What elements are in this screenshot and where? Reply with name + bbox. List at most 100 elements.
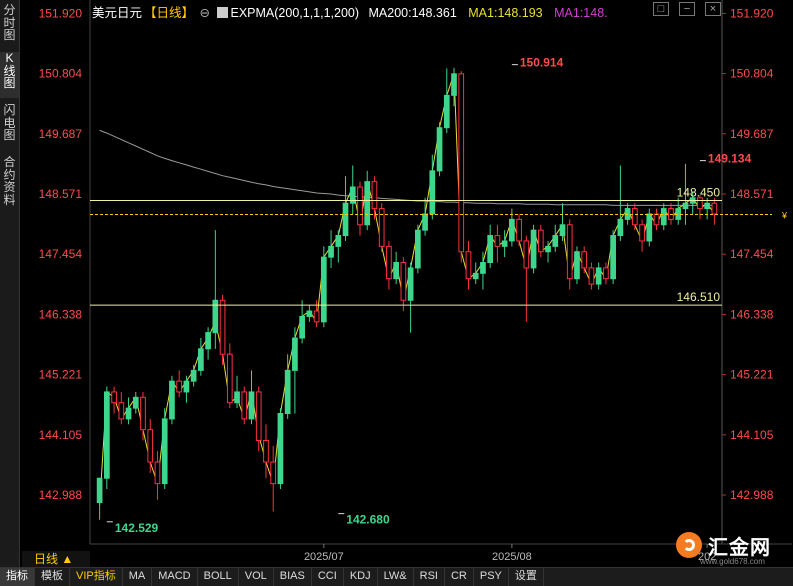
candle-body (509, 218, 515, 242)
candle-body (270, 461, 277, 485)
candle-body (682, 202, 689, 210)
candle-body (407, 267, 414, 301)
candle-body (646, 213, 653, 242)
tab-设置[interactable]: 设置 (509, 568, 544, 586)
candle-body (574, 251, 580, 280)
candle-body (624, 208, 631, 220)
tab-bias[interactable]: BIAS (274, 568, 312, 586)
hline-label: 148.450 (677, 186, 721, 200)
tab-vol[interactable]: VOL (239, 568, 274, 586)
candle-body (386, 245, 392, 280)
candle-body (132, 396, 139, 409)
candle-body (234, 391, 240, 404)
tab-kline[interactable]: K线图 (0, 52, 19, 98)
candle-body (537, 229, 544, 253)
candle-body (668, 208, 674, 220)
hline-label: 146.510 (677, 290, 721, 304)
chart-grid: 2025/07 2025/08 202 (89, 0, 792, 563)
tab-kdj[interactable]: KDJ (344, 568, 378, 586)
tab-lw[interactable]: LW& (378, 568, 414, 586)
minimize-icon[interactable]: − (679, 2, 695, 16)
candle-body (335, 235, 342, 247)
y-tick-label-left: 151.920 (39, 6, 83, 20)
y-tick-label-right: 149.687 (730, 127, 774, 141)
candle-body (292, 337, 298, 371)
annotation-label: 142.529 (115, 521, 159, 535)
y-tick-label-right: 151.920 (730, 6, 774, 20)
candle-body (284, 369, 291, 415)
tab-rsi[interactable]: RSI (414, 568, 445, 586)
lock-icon: ⊖ (199, 6, 210, 20)
tab-timeshare[interactable]: 分时图 (0, 4, 19, 44)
candle-body (414, 229, 421, 269)
candle-body (545, 245, 551, 253)
y-tick-label-right: 147.454 (730, 247, 774, 261)
candle-body (501, 240, 508, 247)
tab-模板[interactable]: 模板 (35, 568, 70, 586)
tab-macd[interactable]: MACD (152, 568, 198, 586)
ma1-clipped-value: MA1:148. (554, 6, 608, 20)
tab-ma[interactable]: MA (123, 568, 153, 586)
window-controls: □ − × (643, 2, 721, 16)
candle-body (465, 251, 472, 280)
y-tick-label-right: 144.105 (730, 428, 774, 442)
expma-settings-icon[interactable] (217, 7, 229, 18)
ma200-line (99, 129, 715, 206)
ma200-value: MA200:148.361 (368, 6, 457, 20)
indicator-info-bar: 美元日元 【日线】 ⊖ EXPMA(200,1,1,1,200) MA200:14… (92, 2, 610, 21)
candle-body (371, 181, 378, 210)
tab-vip指标[interactable]: VIP指标 (70, 568, 123, 586)
symbol-name: 美元日元 (92, 6, 143, 20)
brand-name: 汇金网 (708, 536, 771, 559)
candle-body (603, 267, 609, 280)
ma1-value: MA1:148.193 (468, 6, 543, 20)
tab-boll[interactable]: BOLL (198, 568, 239, 586)
current-price-marker: ¥ (781, 211, 788, 221)
candle-body (429, 170, 436, 215)
candle-body (516, 218, 522, 242)
annotation-label: 150.914 (520, 56, 564, 70)
y-tick-label-left: 148.571 (39, 187, 83, 201)
candle-body (480, 262, 486, 274)
close-icon[interactable]: × (705, 2, 721, 16)
y-tick-label-right: 142.988 (730, 488, 774, 502)
candle-body (226, 353, 233, 404)
tab-cr[interactable]: CR (445, 568, 474, 586)
candle-body (581, 251, 588, 269)
candle-body (277, 413, 284, 485)
candle-body (595, 267, 602, 285)
candle-body (342, 202, 349, 237)
period-selector[interactable]: 日线 ▲ (22, 551, 90, 567)
candle-body (631, 208, 638, 226)
kline-chart[interactable]: 2025/07 2025/08 202 148.450 146.510 ¥ 150.91… (20, 0, 793, 567)
y-tick-label-right: 150.804 (730, 67, 774, 81)
y-tick-label-left: 146.338 (39, 307, 83, 321)
candle-body (205, 332, 211, 350)
candle-body (588, 267, 595, 285)
fullscreen-icon[interactable]: □ (653, 2, 669, 16)
indicator-tabs: 指标 模板 VIP指标 MA MACD BOLL VOL BIAS CCI KDJ LW& RSI CR… (0, 567, 793, 586)
candle-body (118, 402, 125, 420)
tab-cci[interactable]: CCI (312, 568, 344, 586)
candle-body (255, 391, 262, 441)
annotation-label: 149.134 (708, 152, 752, 166)
candle-body (660, 208, 667, 226)
brand-url: www.gold678.com (700, 557, 765, 566)
annotation-label: 142.680 (346, 513, 390, 527)
y-axis: 151.920 151.920 150.804 150.804 149.687 149.6… (39, 6, 774, 502)
candle-body (161, 418, 168, 485)
candle-body (103, 391, 110, 479)
tab-指标[interactable]: 指标 (0, 568, 35, 586)
candle-body (472, 272, 479, 280)
candle-body (523, 240, 530, 269)
tab-flash-chart[interactable]: 闪电图 (0, 104, 19, 148)
candle-body (639, 224, 645, 242)
candle-body (183, 380, 190, 393)
tab-contract-info[interactable]: 合约资料 (0, 156, 19, 212)
gold678-logo-icon (676, 532, 702, 558)
candle-body (176, 380, 183, 393)
y-tick-label-left: 150.804 (39, 67, 83, 81)
price-annotations: 150.914 142.529 142.680 149.134 (106, 56, 752, 535)
tab-psy[interactable]: PSY (474, 568, 509, 586)
candle-body (111, 391, 117, 404)
